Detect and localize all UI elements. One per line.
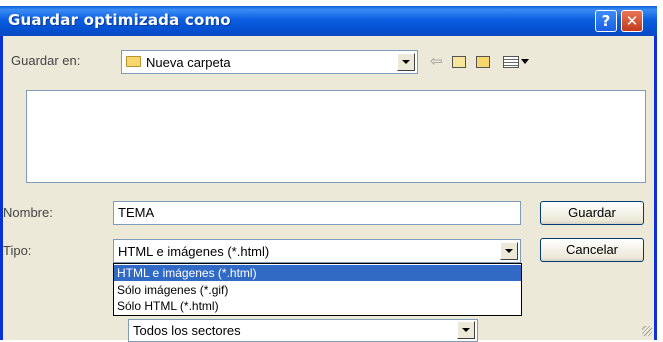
new-folder-icon[interactable]: [476, 56, 490, 68]
save-optimized-dialog: Guardar optimizada como ? ✕ Guardar en: …: [0, 6, 657, 342]
file-type-dropdown[interactable]: HTML e imágenes (*.html): [113, 239, 521, 263]
file-type-option-images-only[interactable]: Sólo imágenes (*.gif): [114, 282, 521, 298]
file-list[interactable]: [26, 90, 646, 183]
back-icon[interactable]: ⇦: [430, 54, 443, 70]
save-in-label: Guardar en:: [11, 53, 81, 68]
save-in-dropdown[interactable]: Nueva carpeta: [121, 50, 418, 74]
file-name-input[interactable]: TEMA: [113, 201, 521, 225]
chevron-down-icon[interactable]: [500, 242, 518, 260]
file-type-label: Tipo:: [3, 243, 32, 258]
cancel-button[interactable]: Cancelar: [540, 238, 644, 262]
dialog-title: Guardar optimizada como: [8, 11, 231, 29]
close-button[interactable]: ✕: [621, 10, 643, 32]
file-type-options-list[interactable]: HTML e imágenes (*.html) Sólo imágenes (…: [113, 263, 522, 316]
file-type-option-html-only[interactable]: Sólo HTML (*.html): [114, 298, 521, 314]
title-bar[interactable]: Guardar optimizada como ? ✕: [0, 6, 657, 36]
save-button[interactable]: Guardar: [540, 201, 644, 225]
resize-grip-icon[interactable]: [642, 326, 652, 336]
view-menu-icon[interactable]: [503, 56, 519, 68]
chevron-down-icon[interactable]: [457, 321, 475, 339]
close-icon: ✕: [625, 12, 639, 30]
sectors-dropdown[interactable]: Todos los sectores: [128, 319, 478, 342]
file-type-value: HTML e imágenes (*.html): [118, 244, 270, 259]
up-folder-icon[interactable]: [452, 56, 466, 68]
help-icon: ?: [601, 12, 611, 30]
view-menu-chevron-icon[interactable]: [521, 59, 529, 64]
folder-icon: [126, 56, 141, 67]
save-in-value: Nueva carpeta: [146, 55, 231, 70]
chevron-down-icon[interactable]: [397, 53, 415, 71]
sectors-value: Todos los sectores: [133, 323, 241, 338]
help-button[interactable]: ?: [595, 10, 617, 32]
file-type-option-html-images[interactable]: HTML e imágenes (*.html): [114, 265, 521, 281]
file-name-label: Nombre:: [3, 205, 53, 220]
